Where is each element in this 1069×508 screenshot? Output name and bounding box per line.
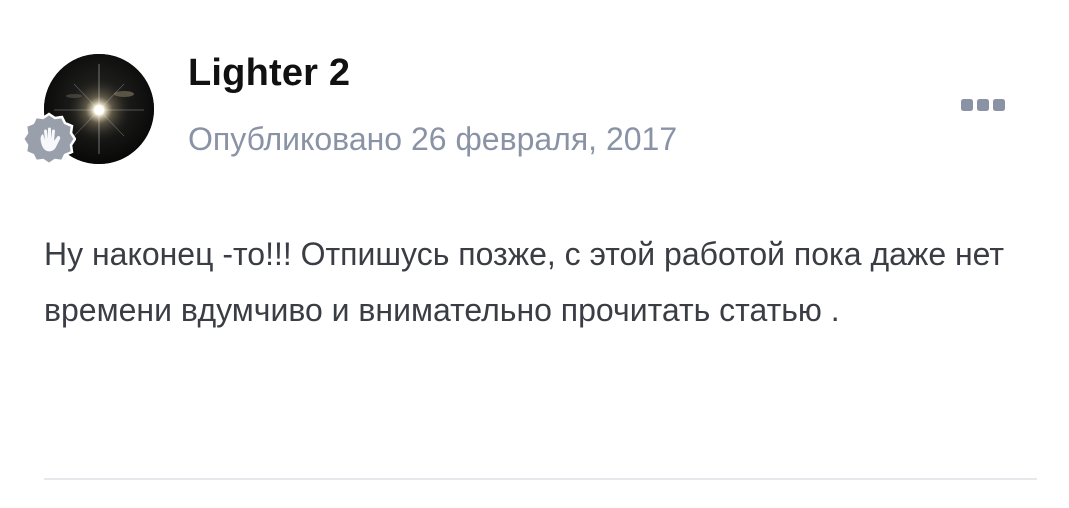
author-avatar-group bbox=[21, 54, 156, 168]
post-date: Опубликовано 26 февраля, 2017 bbox=[188, 121, 678, 157]
ellipsis-icon bbox=[961, 99, 1005, 111]
author-name[interactable]: Lighter 2 bbox=[188, 52, 350, 95]
waving-hand-badge-icon bbox=[21, 112, 77, 166]
forum-post: Lighter 2 Опубликовано 26 февраля, 2017 … bbox=[0, 0, 1069, 508]
post-content: Ну наконец -то!!! Отпишусь позже, с этой… bbox=[44, 236, 1005, 328]
post-options-button[interactable] bbox=[956, 92, 1010, 118]
post-divider bbox=[44, 478, 1037, 480]
